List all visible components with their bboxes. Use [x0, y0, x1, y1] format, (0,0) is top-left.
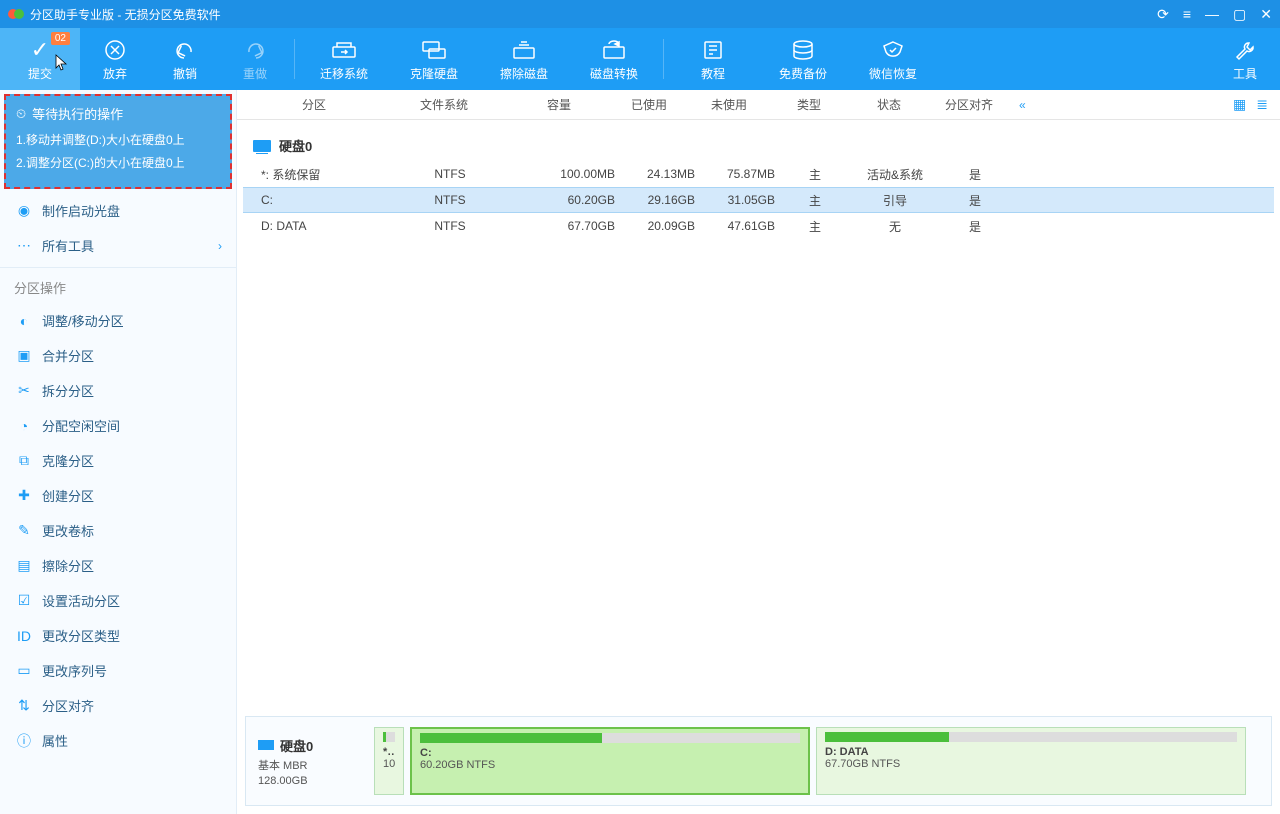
side-op-item[interactable]: ◔分配空闲空间 — [0, 408, 236, 443]
toolbar-separator — [294, 39, 295, 79]
op-icon: ✂ — [14, 383, 34, 399]
pending-operations-box: ⏲等待执行的操作 1.移动并调整(D:)大小在硬盘0上 2.调整分区(C:)的大小… — [4, 94, 232, 189]
check-icon: ✓ — [31, 37, 49, 63]
migrate-icon — [331, 37, 357, 63]
side-op-item[interactable]: ☑设置活动分区 — [0, 583, 236, 618]
wechat-recover-icon — [881, 37, 905, 63]
sidebar: ⏲等待执行的操作 1.移动并调整(D:)大小在硬盘0上 2.调整分区(C:)的大小… — [0, 90, 237, 814]
op-icon: ⇅ — [14, 698, 34, 714]
migrate-os-button[interactable]: 迁移系统 — [299, 28, 389, 90]
op-icon: ✎ — [14, 523, 34, 539]
side-op-item[interactable]: ◐调整/移动分区 — [0, 303, 236, 338]
col-capacity[interactable]: 容量 — [509, 96, 609, 113]
view-grid-icon[interactable]: ▦ — [1233, 96, 1246, 113]
side-op-item[interactable]: ▤擦除分区 — [0, 548, 236, 583]
window-title: 分区助手专业版 - 无损分区免费软件 — [30, 6, 1157, 23]
diagram-disk-info[interactable]: 硬盘0 基本 MBR 128.00GB — [258, 727, 368, 795]
close-button[interactable]: ✕ — [1260, 6, 1272, 23]
side-op-item[interactable]: ✂拆分分区 — [0, 373, 236, 408]
side-op-item[interactable]: ⓘ属性 — [0, 723, 236, 758]
partition-list: 硬盘0 *: 系统保留 NTFS 100.00MB 24.13MB 75.87M… — [237, 120, 1280, 708]
op-icon: ⧉ — [14, 453, 34, 469]
side-op-item[interactable]: ⧉克隆分区 — [0, 443, 236, 478]
redo-icon — [243, 37, 267, 63]
pending-header: ⏲等待执行的操作 — [16, 104, 220, 123]
col-partition[interactable]: 分区 — [249, 96, 379, 113]
side-op-item[interactable]: ⇅分区对齐 — [0, 688, 236, 723]
commit-badge: 02 — [51, 32, 70, 45]
op-icon: ◔ — [14, 418, 34, 434]
col-align[interactable]: 分区对齐 — [929, 96, 1009, 113]
make-boot-disc[interactable]: ◉ 制作启动光盘 — [0, 193, 236, 228]
partition-row[interactable]: D: DATA NTFS 67.70GB 20.09GB 47.61GB 主 无… — [243, 213, 1274, 239]
backup-icon — [791, 37, 815, 63]
discard-icon — [103, 37, 127, 63]
refresh-icon[interactable]: ⟳ — [1157, 6, 1169, 23]
app-logo-icon — [8, 6, 24, 22]
disk-header[interactable]: 硬盘0 — [243, 130, 1274, 161]
op-icon: ✚ — [14, 488, 34, 504]
wipe-disk-icon — [511, 37, 537, 63]
op-icon: ◐ — [14, 313, 34, 329]
pending-op[interactable]: 2.调整分区(C:)的大小在硬盘0上 — [16, 154, 220, 171]
disk-icon — [253, 140, 271, 152]
main-content: 分区 文件系统 容量 已使用 未使用 类型 状态 分区对齐 « ▦ ≣ 硬盘0 … — [237, 90, 1280, 814]
partition-row[interactable]: C: NTFS 60.20GB 29.16GB 31.05GB 主 引导 是 — [243, 187, 1274, 213]
col-status[interactable]: 状态 — [849, 96, 929, 113]
clone-disk-button[interactable]: 克隆硬盘 — [389, 28, 479, 90]
diagram-partition[interactable]: D: DATA 67.70GB NTFS — [816, 727, 1246, 795]
main-toolbar: 02 ✓ 提交 放弃 撤销 重做 迁移系统 克隆硬盘 擦除磁盘 磁盘转换 教程 … — [0, 28, 1280, 90]
op-icon: ☑ — [14, 593, 34, 609]
side-op-item[interactable]: ▣合并分区 — [0, 338, 236, 373]
op-icon: ▭ — [14, 663, 34, 679]
collapse-columns-icon[interactable]: « — [1019, 98, 1026, 112]
disk-diagram: 硬盘0 基本 MBR 128.00GB *: … 10… C: 60.20GB … — [245, 716, 1272, 806]
disc-icon: ◉ — [14, 203, 34, 219]
diagram-partition[interactable]: *: … 10… — [374, 727, 404, 795]
pending-op[interactable]: 1.移动并调整(D:)大小在硬盘0上 — [16, 131, 220, 148]
discard-button[interactable]: 放弃 — [80, 28, 150, 90]
side-op-item[interactable]: ▭更改序列号 — [0, 653, 236, 688]
menu-icon[interactable]: ≡ — [1183, 6, 1191, 22]
chevron-right-icon: › — [218, 239, 222, 253]
op-icon: ID — [14, 628, 34, 644]
col-type[interactable]: 类型 — [769, 96, 849, 113]
side-op-item[interactable]: ID更改分区类型 — [0, 618, 236, 653]
side-op-item[interactable]: ✚创建分区 — [0, 478, 236, 513]
minimize-button[interactable]: — — [1205, 6, 1219, 22]
convert-disk-button[interactable]: 磁盘转换 — [569, 28, 659, 90]
undo-icon — [173, 37, 197, 63]
title-bar: 分区助手专业版 - 无损分区免费软件 ⟳ ≡ — ▢ ✕ — [0, 0, 1280, 28]
partition-row[interactable]: *: 系统保留 NTFS 100.00MB 24.13MB 75.87MB 主 … — [243, 161, 1274, 187]
redo-button: 重做 — [220, 28, 290, 90]
toolbar-separator — [663, 39, 664, 79]
clone-disk-icon — [421, 37, 447, 63]
wrench-icon — [1233, 37, 1257, 63]
tools-button[interactable]: 工具 — [1210, 28, 1280, 90]
view-list-icon[interactable]: ≣ — [1256, 96, 1268, 113]
cursor-icon — [55, 54, 69, 72]
maximize-button[interactable]: ▢ — [1233, 6, 1246, 23]
op-icon: ⓘ — [14, 733, 34, 749]
tutorial-button[interactable]: 教程 — [668, 28, 758, 90]
wipe-disk-button[interactable]: 擦除磁盘 — [479, 28, 569, 90]
free-backup-button[interactable]: 免费备份 — [758, 28, 848, 90]
undo-button[interactable]: 撤销 — [150, 28, 220, 90]
col-unused[interactable]: 未使用 — [689, 96, 769, 113]
wechat-recover-button[interactable]: 微信恢复 — [848, 28, 938, 90]
window-controls: ⟳ ≡ — ▢ ✕ — [1157, 6, 1272, 23]
all-tools[interactable]: ⋯ 所有工具 › — [0, 228, 236, 263]
op-icon: ▣ — [14, 348, 34, 364]
op-icon: ▤ — [14, 558, 34, 574]
commit-button[interactable]: 02 ✓ 提交 — [0, 28, 80, 90]
tutorial-icon — [701, 37, 725, 63]
dots-icon: ⋯ — [14, 238, 34, 254]
convert-disk-icon — [601, 37, 627, 63]
table-header: 分区 文件系统 容量 已使用 未使用 类型 状态 分区对齐 « ▦ ≣ — [237, 90, 1280, 120]
diagram-partition[interactable]: C: 60.20GB NTFS — [410, 727, 810, 795]
col-used[interactable]: 已使用 — [609, 96, 689, 113]
col-filesystem[interactable]: 文件系统 — [379, 96, 509, 113]
partition-ops-section: 分区操作 — [0, 267, 236, 303]
side-op-item[interactable]: ✎更改卷标 — [0, 513, 236, 548]
